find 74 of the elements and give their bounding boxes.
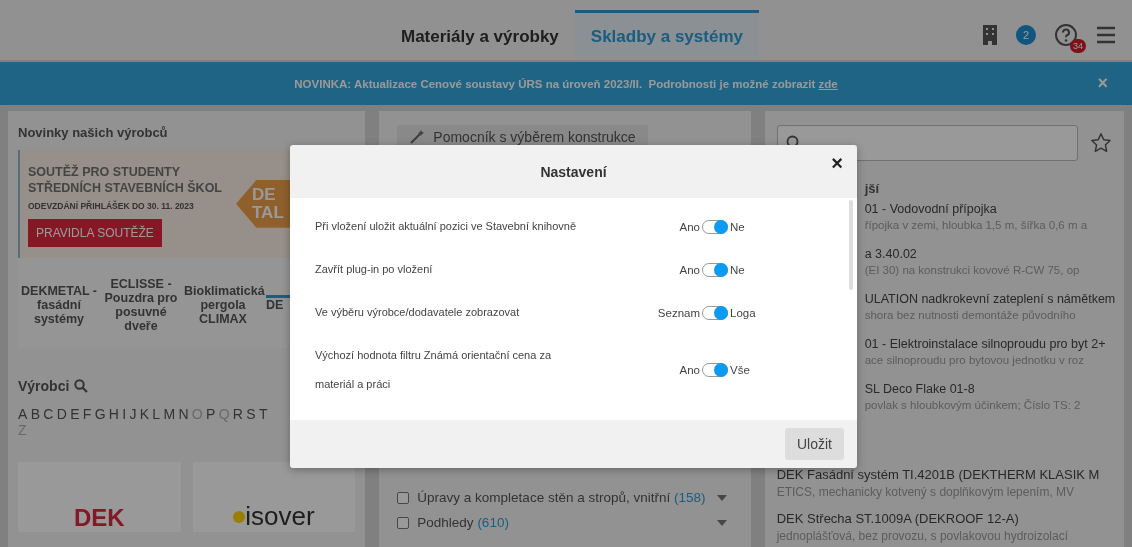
letter-link[interactable]: R (232, 406, 243, 422)
letter-link[interactable]: A (18, 406, 28, 422)
toggle-switch[interactable] (702, 305, 728, 320)
toggle-switch[interactable] (702, 262, 728, 277)
save-button[interactable]: Uložit (785, 428, 844, 460)
menu-icon[interactable] (1096, 26, 1116, 44)
star-icon[interactable] (1090, 132, 1112, 154)
brand-logo: DEK (74, 504, 125, 532)
toggle-switch[interactable] (702, 219, 728, 234)
letter-link[interactable]: K (139, 406, 150, 422)
letter-link[interactable]: E (70, 406, 80, 422)
letter-link[interactable]: S (246, 406, 256, 422)
letter-link[interactable]: G (94, 406, 106, 422)
option-label: Ano (678, 364, 700, 376)
caret-icon[interactable] (716, 494, 727, 501)
result-title[interactable]: DEK Střecha ST.1009A (DEKROOF 12-A) (776, 511, 1112, 526)
caret-icon[interactable] (716, 519, 727, 526)
option-label: Seznam (656, 306, 700, 319)
category-label[interactable]: Úpravy a kompletace stěn a stropů, vnitřní (158) (417, 490, 709, 505)
option-label: Ano (678, 220, 700, 233)
checkbox[interactable] (397, 516, 410, 529)
nav-tab[interactable]: Skladby a systémy (574, 10, 759, 60)
option-label: Ne (730, 263, 746, 276)
brand-link[interactable]: DEKMETAL - fasádní systémy (20, 280, 98, 326)
promo-subtitle: ODEVZDÁNÍ PŘIHLÁŠEK DO 30. 11. 2023 (28, 200, 195, 211)
section-heading: jší (864, 181, 881, 196)
details-link[interactable]: zde (818, 77, 838, 90)
category-label[interactable]: Podhledy (610) (417, 515, 709, 530)
setting-label: Zavřít plug-in po vložení (315, 262, 434, 277)
brand-logo: isover (233, 501, 315, 532)
logo-tile[interactable]: isover (192, 462, 356, 532)
dialog-title: Nastavení (540, 163, 607, 180)
result-title[interactable]: SL Deco Flake 01-8 (864, 382, 1112, 396)
letter-link[interactable]: D (56, 406, 67, 422)
letter-link[interactable]: C (43, 406, 54, 422)
search-icon[interactable] (74, 379, 89, 393)
letter-link[interactable]: N (178, 406, 189, 422)
building-icon[interactable] (982, 24, 998, 46)
option-label: Ano (678, 263, 700, 276)
option-label: Loga (730, 306, 757, 319)
setting-label: Ve výběru výrobce/dodavatele zobrazovat (315, 305, 521, 320)
result-title[interactable]: DEK Fasádní systém TI.4201B (DEKTHERM KLASIK M (776, 467, 1112, 482)
wand-icon (409, 130, 426, 144)
letter-link[interactable]: T (258, 406, 268, 422)
announcement-text: NOVINKA: Aktualizace Cenové soustavy ÚRS na úroveň 2023/II. Podrobnosti je možné zobrazit zde (294, 77, 838, 90)
rules-button[interactable]: PRAVIDLA SOUTĚŽE (28, 218, 162, 247)
letter-link[interactable]: F (82, 406, 92, 422)
panel-heading: Novinky našich výrobců (18, 125, 169, 140)
brand-link[interactable]: ECLISSE - Pouzdra pro posuvné dveře (102, 273, 180, 333)
letter-link[interactable]: M (163, 406, 176, 422)
notification-badge[interactable]: 2 (1016, 25, 1036, 45)
checkbox[interactable] (397, 491, 410, 504)
result-title[interactable]: 01 - Elektroinstalace silnoproudu pro byt 2+ (864, 337, 1112, 351)
logo-tile[interactable]: DEK (18, 462, 181, 532)
letter-link[interactable]: I (122, 406, 127, 422)
letter-link[interactable]: B (30, 406, 40, 422)
result-title[interactable]: 01 - Vodovodní přípojka (864, 202, 1112, 216)
option-label: Vše (730, 364, 751, 376)
letter-link[interactable]: P (206, 406, 216, 422)
letter-link[interactable]: H (108, 406, 119, 422)
option-label: Ne (730, 220, 746, 233)
setting-label: Výchozí hodnota filtru Známá orientační cena za materiál a práci (315, 348, 553, 392)
result-title[interactable]: a 3.40.02 (864, 247, 1112, 261)
scrollbar[interactable] (849, 200, 853, 290)
nav-tab[interactable]: Materiály a výrobky (385, 10, 575, 60)
toggle-switch[interactable] (702, 363, 728, 377)
section-heading: Výrobci (18, 378, 70, 394)
setting-label: Při vložení uložit aktuální pozici ve Stavební knihovně (315, 219, 578, 234)
close-button[interactable]: × (1091, 72, 1114, 95)
promo-title: SOUTĚŽ PRO STUDENTY STŘEDNÍCH STAVEBNÍCH ŠKOL (28, 164, 223, 197)
close-button[interactable]: × (825, 151, 849, 176)
letter-link[interactable]: L (152, 406, 161, 422)
letter-link[interactable]: J (129, 406, 137, 422)
count-badge: 34 (1070, 39, 1086, 53)
